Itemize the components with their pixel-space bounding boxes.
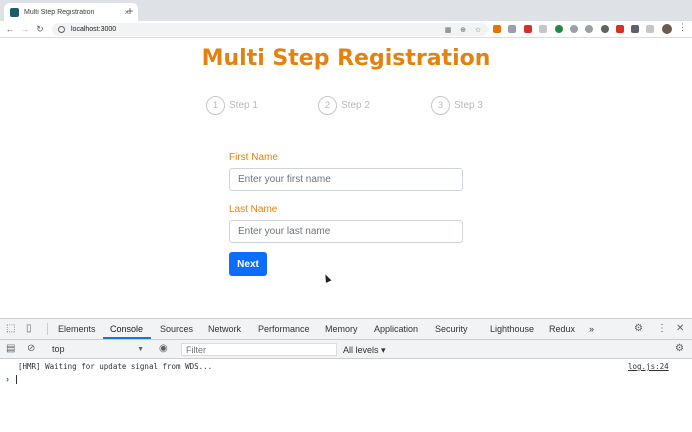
extension-icon[interactable]: [524, 25, 532, 33]
step-indicator-3: 3 Step 3: [431, 96, 483, 115]
last-name-label: Last Name: [229, 204, 278, 215]
clear-console-icon[interactable]: ⊘: [27, 343, 35, 355]
new-tab-icon[interactable]: +: [124, 4, 136, 18]
extension-icon[interactable]: [555, 25, 563, 33]
tab-application[interactable]: Application: [374, 324, 418, 334]
extension-icon[interactable]: [493, 25, 501, 33]
next-button[interactable]: Next: [229, 252, 267, 276]
live-expression-eye-icon[interactable]: ◉: [159, 343, 168, 355]
tab-console[interactable]: Console: [110, 324, 143, 334]
context-selector[interactable]: top ▼: [46, 343, 148, 356]
console-toolbar: ▤ ⊘ top ▼ ◉ All levels ▾ ⚙: [0, 340, 692, 359]
console-prompt-icon: ›: [6, 374, 9, 384]
profile-avatar[interactable]: [662, 24, 672, 34]
devtools-menu-icon[interactable]: ⋮: [657, 323, 667, 335]
step-label: Step 1: [229, 100, 258, 111]
zoom-icon[interactable]: ⊕: [459, 26, 467, 34]
site-info-icon[interactable]: [58, 26, 65, 33]
tab-redux[interactable]: Redux: [549, 324, 575, 334]
settings-gear-icon[interactable]: ⚙: [634, 323, 643, 335]
mouse-cursor-icon: [322, 273, 332, 283]
tab-sources[interactable]: Sources: [160, 324, 193, 334]
last-name-input[interactable]: [229, 220, 463, 243]
step-indicator-1: 1 Step 1: [206, 96, 258, 115]
device-toolbar-icon[interactable]: ▯: [26, 323, 32, 335]
extension-icon[interactable]: [539, 25, 547, 33]
tab-title: Multi Step Registration: [24, 8, 95, 16]
extension-icon[interactable]: [585, 25, 593, 33]
browser-tab[interactable]: Multi Step Registration ×: [4, 3, 138, 21]
qr-code-icon[interactable]: ▦: [444, 26, 452, 34]
reload-icon[interactable]: ↻: [34, 22, 46, 36]
bookmark-star-icon[interactable]: ☆: [474, 26, 482, 34]
devtools-tabbar: ⬚ ▯ Elements Console Sources Network Per…: [0, 319, 692, 340]
address-bar[interactable]: localhost:3000 ▦ ⊕ ☆: [52, 23, 488, 36]
console-filter-input[interactable]: [181, 343, 337, 356]
tab-memory[interactable]: Memory: [325, 324, 358, 334]
browser-menu-icon[interactable]: ⋮: [678, 22, 687, 33]
page-content: Multi Step Registration 1 Step 1 2 Step …: [0, 38, 692, 318]
active-tab-indicator: [103, 337, 151, 339]
log-levels-dropdown[interactable]: All levels ▾: [343, 345, 386, 356]
sidebar-toggle-icon[interactable]: ▤: [6, 343, 15, 355]
browser-tabstrip: Multi Step Registration × +: [0, 0, 692, 21]
tab-lighthouse[interactable]: Lighthouse: [490, 324, 534, 334]
reading-list-icon[interactable]: [646, 25, 654, 33]
step-number: 3: [431, 96, 450, 115]
back-icon[interactable]: ←: [4, 22, 16, 36]
extension-icon[interactable]: [508, 25, 516, 33]
close-devtools-icon[interactable]: ✕: [676, 323, 684, 335]
divider: [47, 323, 48, 335]
context-value: top: [52, 344, 65, 354]
devtools-panel: ⬚ ▯ Elements Console Sources Network Per…: [0, 318, 692, 432]
step-indicator-2: 2 Step 2: [318, 96, 370, 115]
dropdown-arrow-icon: ▼: [137, 346, 144, 353]
inspect-element-icon[interactable]: ⬚: [6, 323, 15, 335]
more-tabs-icon[interactable]: »: [589, 324, 594, 334]
url-text[interactable]: localhost:3000: [71, 26, 437, 33]
extension-icon[interactable]: [570, 25, 578, 33]
first-name-input[interactable]: [229, 168, 463, 191]
tab-network[interactable]: Network: [208, 324, 241, 334]
console-log-source-link[interactable]: log.js:24: [628, 362, 669, 371]
step-label: Step 2: [341, 100, 370, 111]
extensions-puzzle-icon[interactable]: [631, 25, 639, 33]
favicon-icon: [10, 7, 19, 17]
console-log-message: [HMR] Waiting for update signal from WDS…: [18, 362, 213, 371]
extension-icon[interactable]: [616, 25, 624, 33]
step-label: Step 3: [454, 100, 483, 111]
step-number: 2: [318, 96, 337, 115]
forward-icon[interactable]: →: [19, 22, 31, 36]
console-input-caret[interactable]: [16, 375, 17, 384]
first-name-label: First Name: [229, 152, 278, 163]
console-settings-gear-icon[interactable]: ⚙: [675, 343, 684, 355]
page-title: Multi Step Registration: [201, 46, 491, 71]
extension-icon[interactable]: [601, 25, 609, 33]
tab-elements[interactable]: Elements: [58, 324, 96, 334]
step-number: 1: [206, 96, 225, 115]
browser-toolbar: ← → ↻ localhost:3000 ▦ ⊕ ☆ ⋮: [0, 21, 692, 38]
tab-security[interactable]: Security: [435, 324, 468, 334]
tab-performance[interactable]: Performance: [258, 324, 310, 334]
